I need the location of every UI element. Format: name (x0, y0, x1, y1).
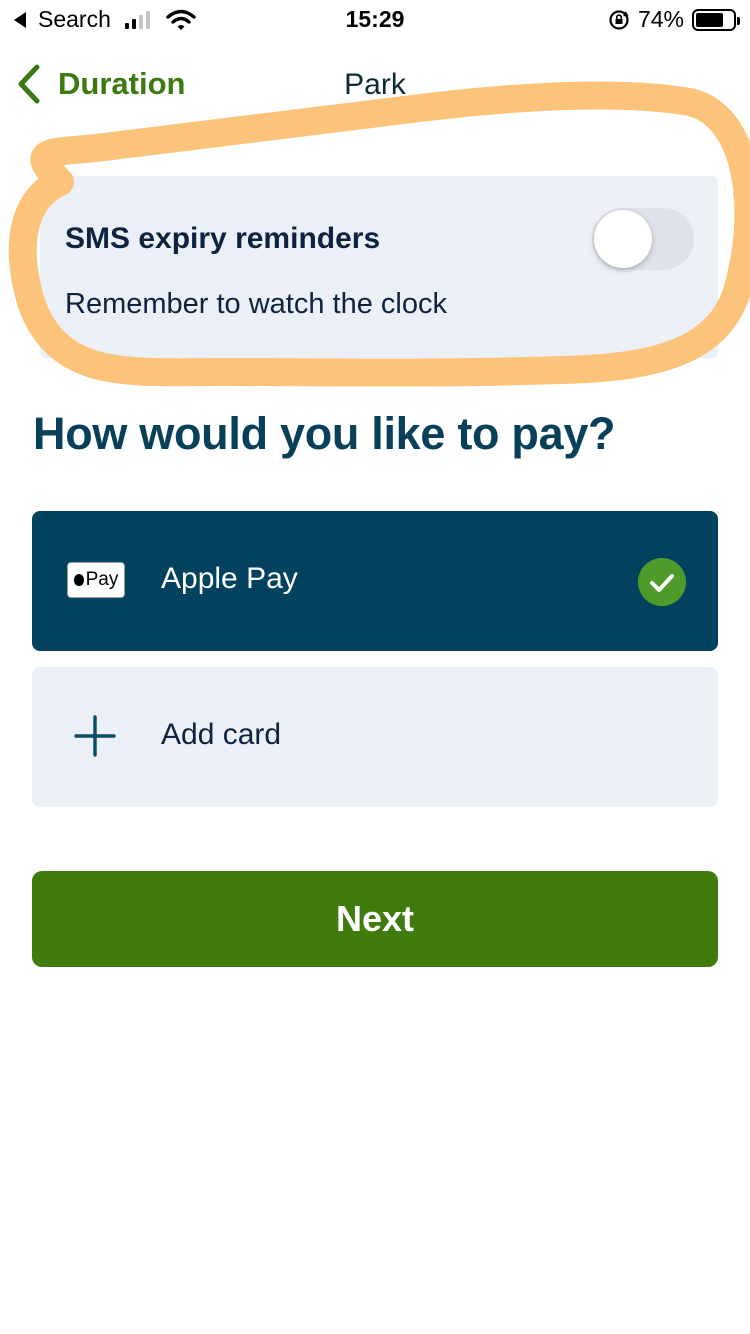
sms-reminder-toggle[interactable] (592, 208, 694, 270)
check-circle-icon (638, 558, 686, 606)
apple-logo-icon (73, 574, 84, 586)
status-right: 74% (608, 6, 740, 33)
status-bar: Search 15:29 74% (0, 0, 750, 40)
battery-percent: 74% (637, 6, 684, 32)
sms-reminder-subtitle: Remember to watch the clock (65, 288, 447, 320)
toggle-knob (594, 210, 652, 268)
sms-reminder-title: SMS expiry reminders (65, 222, 381, 255)
battery-icon (692, 8, 740, 31)
apple-pay-icon: Pay (67, 562, 125, 598)
next-button[interactable]: Next (32, 871, 718, 967)
page-title: Park (344, 68, 406, 101)
orientation-lock-icon (609, 9, 629, 30)
payment-option-add-card[interactable]: Add card (32, 667, 718, 807)
plus-icon (74, 715, 116, 757)
apple-pay-badge-text: Pay (85, 569, 119, 590)
payment-option-apple-pay[interactable]: Pay Apple Pay (32, 511, 718, 651)
apple-pay-label: Apple Pay (161, 562, 298, 595)
app-screen: Search 15:29 74% Duration Park SMS expir… (0, 0, 750, 1334)
nav-bar: Duration Park (0, 56, 750, 116)
payment-heading: How would you like to pay? (33, 408, 616, 459)
sms-reminder-card: SMS expiry reminders Remember to watch t… (40, 176, 718, 358)
add-card-label: Add card (161, 718, 282, 751)
